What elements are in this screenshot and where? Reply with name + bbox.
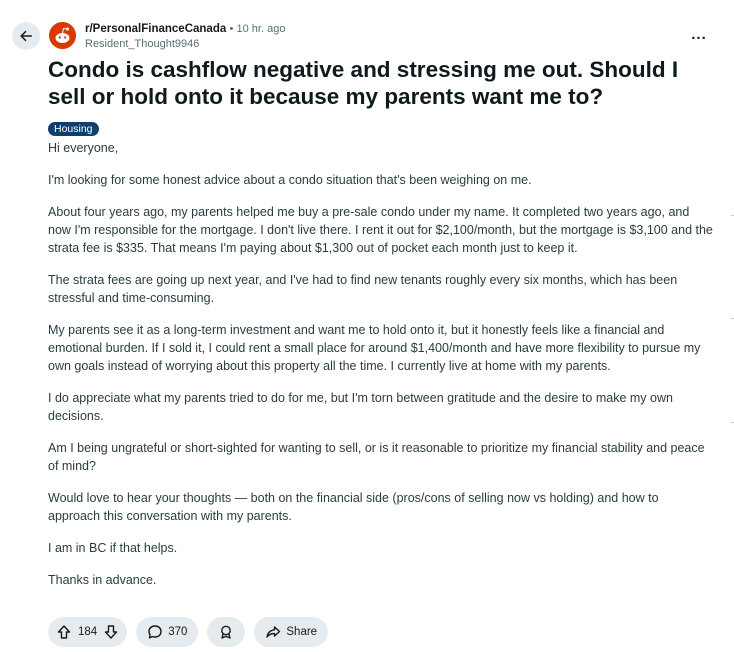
post-paragraph: The strata fees are going up next year, …: [48, 273, 678, 305]
speech-bubble-icon: [148, 625, 162, 639]
post-title: Condo is cashflow negative and stressing…: [48, 57, 679, 109]
post-paragraph: My parents see it as a long-term investm…: [48, 323, 701, 373]
arrow-down-icon: [104, 625, 118, 639]
post-paragraph: About four years ago, my parents helped …: [48, 205, 713, 255]
upvote-button[interactable]: [56, 624, 72, 640]
author-link[interactable]: Resident_Thought9946: [85, 37, 285, 52]
subreddit-avatar-icon: [49, 22, 76, 49]
subreddit-avatar[interactable]: [49, 22, 76, 49]
vote-control: 184: [48, 617, 128, 647]
post-time: 10 hr. ago: [236, 23, 286, 35]
comments-button[interactable]: 370: [136, 617, 199, 647]
post-paragraph: Thanks in advance.: [48, 573, 157, 587]
share-button[interactable]: Share: [254, 617, 329, 647]
post-paragraph: I am in BC if that helps.: [48, 541, 178, 555]
overflow-menu-button[interactable]: ...: [686, 24, 712, 48]
downvote-button[interactable]: [103, 624, 119, 640]
post-paragraph: I do appreciate what my parents tried to…: [48, 391, 673, 423]
post-action-bar: 184 370 Share: [48, 617, 329, 647]
award-button[interactable]: [207, 617, 246, 647]
arrow-left-icon: [20, 30, 33, 42]
meta-separator: •: [229, 23, 234, 35]
share-label: Share: [286, 626, 318, 638]
share-arrow-icon: [266, 626, 281, 638]
post-meta: r/PersonalFinanceCanada • 10 hr. ago Res…: [85, 22, 285, 52]
post-paragraph: Hi everyone,: [48, 141, 119, 155]
award-icon: [221, 625, 232, 639]
post-paragraph: I'm looking for some honest advice about…: [48, 173, 532, 187]
vote-count: 184: [78, 626, 98, 638]
arrow-up-icon: [57, 625, 71, 639]
post-paragraph: Am I being ungrateful or short-sighted f…: [48, 441, 705, 473]
post-paragraph: Would love to hear your thoughts — both …: [48, 491, 659, 523]
subreddit-link[interactable]: r/PersonalFinanceCanada: [85, 23, 226, 35]
back-button[interactable]: [12, 22, 40, 50]
post-flair[interactable]: Housing: [48, 122, 99, 136]
post-body: Hi everyone, I'm looking for some honest…: [48, 139, 713, 603]
comment-count: 370: [168, 626, 188, 638]
